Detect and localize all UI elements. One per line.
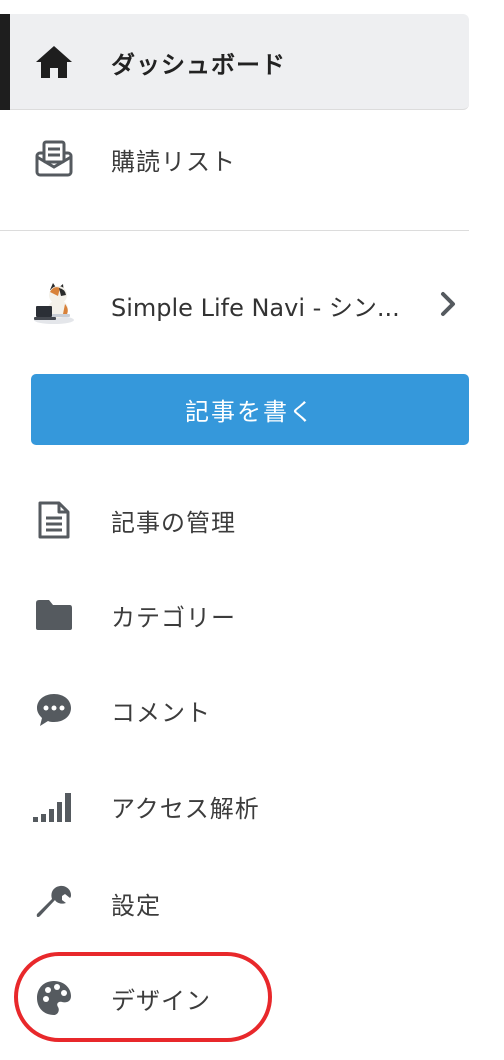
sidebar-item-label: ダッシュボード xyxy=(111,50,286,79)
blog-name: Simple Life Navi - シン... xyxy=(111,294,400,322)
divider xyxy=(0,230,469,231)
wrench-icon xyxy=(32,881,76,925)
sidebar-item-settings[interactable]: 設定 xyxy=(0,855,469,951)
signal-bars-icon xyxy=(32,784,76,828)
highlight-circle-annotation xyxy=(14,952,272,1042)
comment-icon xyxy=(32,688,76,732)
sidebar-item-categories[interactable]: カテゴリー xyxy=(0,567,469,663)
sidebar-item-analytics[interactable]: アクセス解析 xyxy=(0,758,469,854)
mail-inbox-icon xyxy=(32,137,76,181)
blog-selector[interactable]: Simple Life Navi - シン... xyxy=(0,258,469,354)
sidebar-item-label: コメント xyxy=(111,698,211,727)
sidebar-item-manage-articles[interactable]: 記事の管理 xyxy=(0,472,469,568)
write-article-button[interactable]: 記事を書く xyxy=(31,374,469,445)
document-icon xyxy=(32,498,76,542)
sidebar-item-label: 記事の管理 xyxy=(111,508,236,537)
sidebar-item-comments[interactable]: コメント xyxy=(0,662,469,758)
home-icon xyxy=(32,40,76,84)
folder-icon xyxy=(32,593,76,637)
sidebar-item-label: アクセス解析 xyxy=(111,794,260,823)
sidebar-item-dashboard[interactable]: ダッシュボード xyxy=(0,14,469,110)
chevron-right-icon[interactable] xyxy=(438,290,458,322)
sidebar-item-label: 購読リスト xyxy=(111,147,236,176)
sidebar-item-label: 設定 xyxy=(111,891,161,920)
sidebar-item-label: カテゴリー xyxy=(111,603,236,632)
sidebar-item-subscriptions[interactable]: 購読リスト xyxy=(0,111,469,207)
cat-avatar-icon xyxy=(30,280,78,328)
